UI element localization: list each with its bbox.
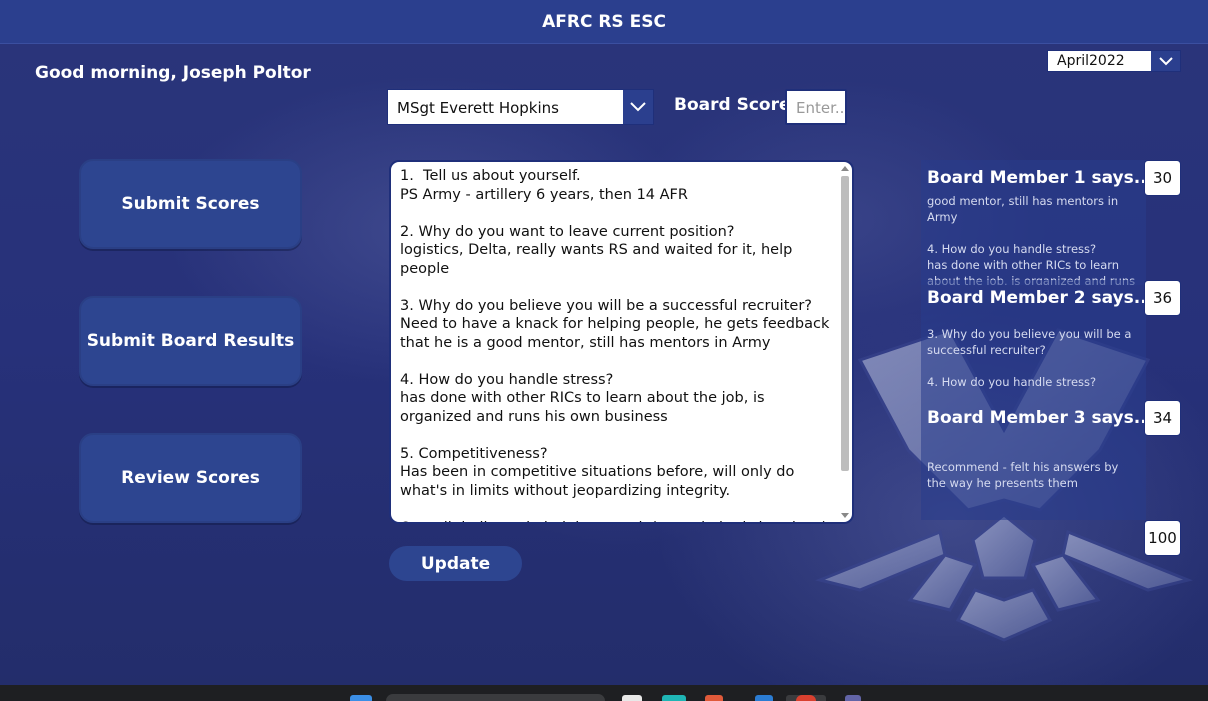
submit-board-results-label: Submit Board Results [86,331,295,351]
app-title: AFRC RS ESC [542,11,666,32]
review-scores-label: Review Scores [121,468,260,488]
update-button-label: Update [420,553,491,574]
taskbar-search[interactable] [386,694,605,701]
month-dropdown[interactable]: April2022 [1047,50,1181,72]
submit-board-results-button[interactable]: Submit Board Results [79,296,302,386]
board-score-input[interactable]: Enter.. [785,89,847,125]
scroll-up-icon[interactable] [841,166,849,171]
calendar-icon[interactable] [705,695,723,701]
board-member-1-score[interactable]: 30 [1144,160,1181,196]
board-member-3-panel: Board Member 3 says... Recommend - felt … [921,400,1146,520]
app-title-bar: AFRC RS ESC [0,0,1208,44]
board-member-2-score[interactable]: 36 [1144,280,1181,316]
teams-icon[interactable] [845,695,861,701]
scroll-thumb[interactable] [841,176,849,471]
greeting-text: Good morning, Joseph Poltor [35,63,311,83]
chrome-icon[interactable] [796,695,816,701]
submit-scores-button[interactable]: Submit Scores [79,159,302,249]
board-member-2-comment: 3. Why do you believe you will be a succ… [927,327,1132,389]
interview-notes-text: 1. Tell us about yourself. PS Army - art… [400,168,832,522]
board-member-1-title: Board Member 1 says... [927,168,1146,188]
update-button[interactable]: Update [389,546,522,581]
candidate-dropdown-value: MSgt Everett Hopkins [397,99,559,117]
total-score: 100 [1144,520,1181,556]
month-dropdown-value: April2022 [1057,53,1125,69]
outlook-icon[interactable] [755,695,773,701]
board-member-3-score[interactable]: 34 [1144,400,1181,436]
edge-browser-icon[interactable] [662,695,686,701]
interview-notes-textarea[interactable]: 1. Tell us about yourself. PS Army - art… [389,160,854,524]
app-screen: AFRC RS ESC Good morning, Joseph Poltor … [0,0,1208,685]
board-score-label: Board Score [674,95,791,115]
board-member-2-title: Board Member 2 says... [927,288,1146,308]
board-member-3-comment: Recommend - felt his answers by the way … [927,460,1122,490]
scroll-down-icon[interactable] [841,513,849,518]
review-scores-button[interactable]: Review Scores [79,433,302,523]
file-explorer-icon[interactable] [622,695,642,701]
submit-scores-label: Submit Scores [121,194,260,214]
board-member-3-title: Board Member 3 says... [927,408,1146,428]
candidate-dropdown[interactable]: MSgt Everett Hopkins [387,89,654,125]
chevron-down-icon[interactable] [623,90,653,124]
notes-scrollbar[interactable] [840,166,850,518]
board-member-1-panel: Board Member 1 says... good mentor, stil… [921,160,1146,285]
board-member-2-panel: Board Member 2 says... 3. Why do you bel… [921,280,1146,400]
board-member-1-comment: good mentor, still has mentors in Army 4… [927,194,1135,285]
windows-start-icon[interactable] [350,695,372,701]
chevron-down-icon[interactable] [1151,51,1180,71]
os-taskbar [0,685,1208,701]
